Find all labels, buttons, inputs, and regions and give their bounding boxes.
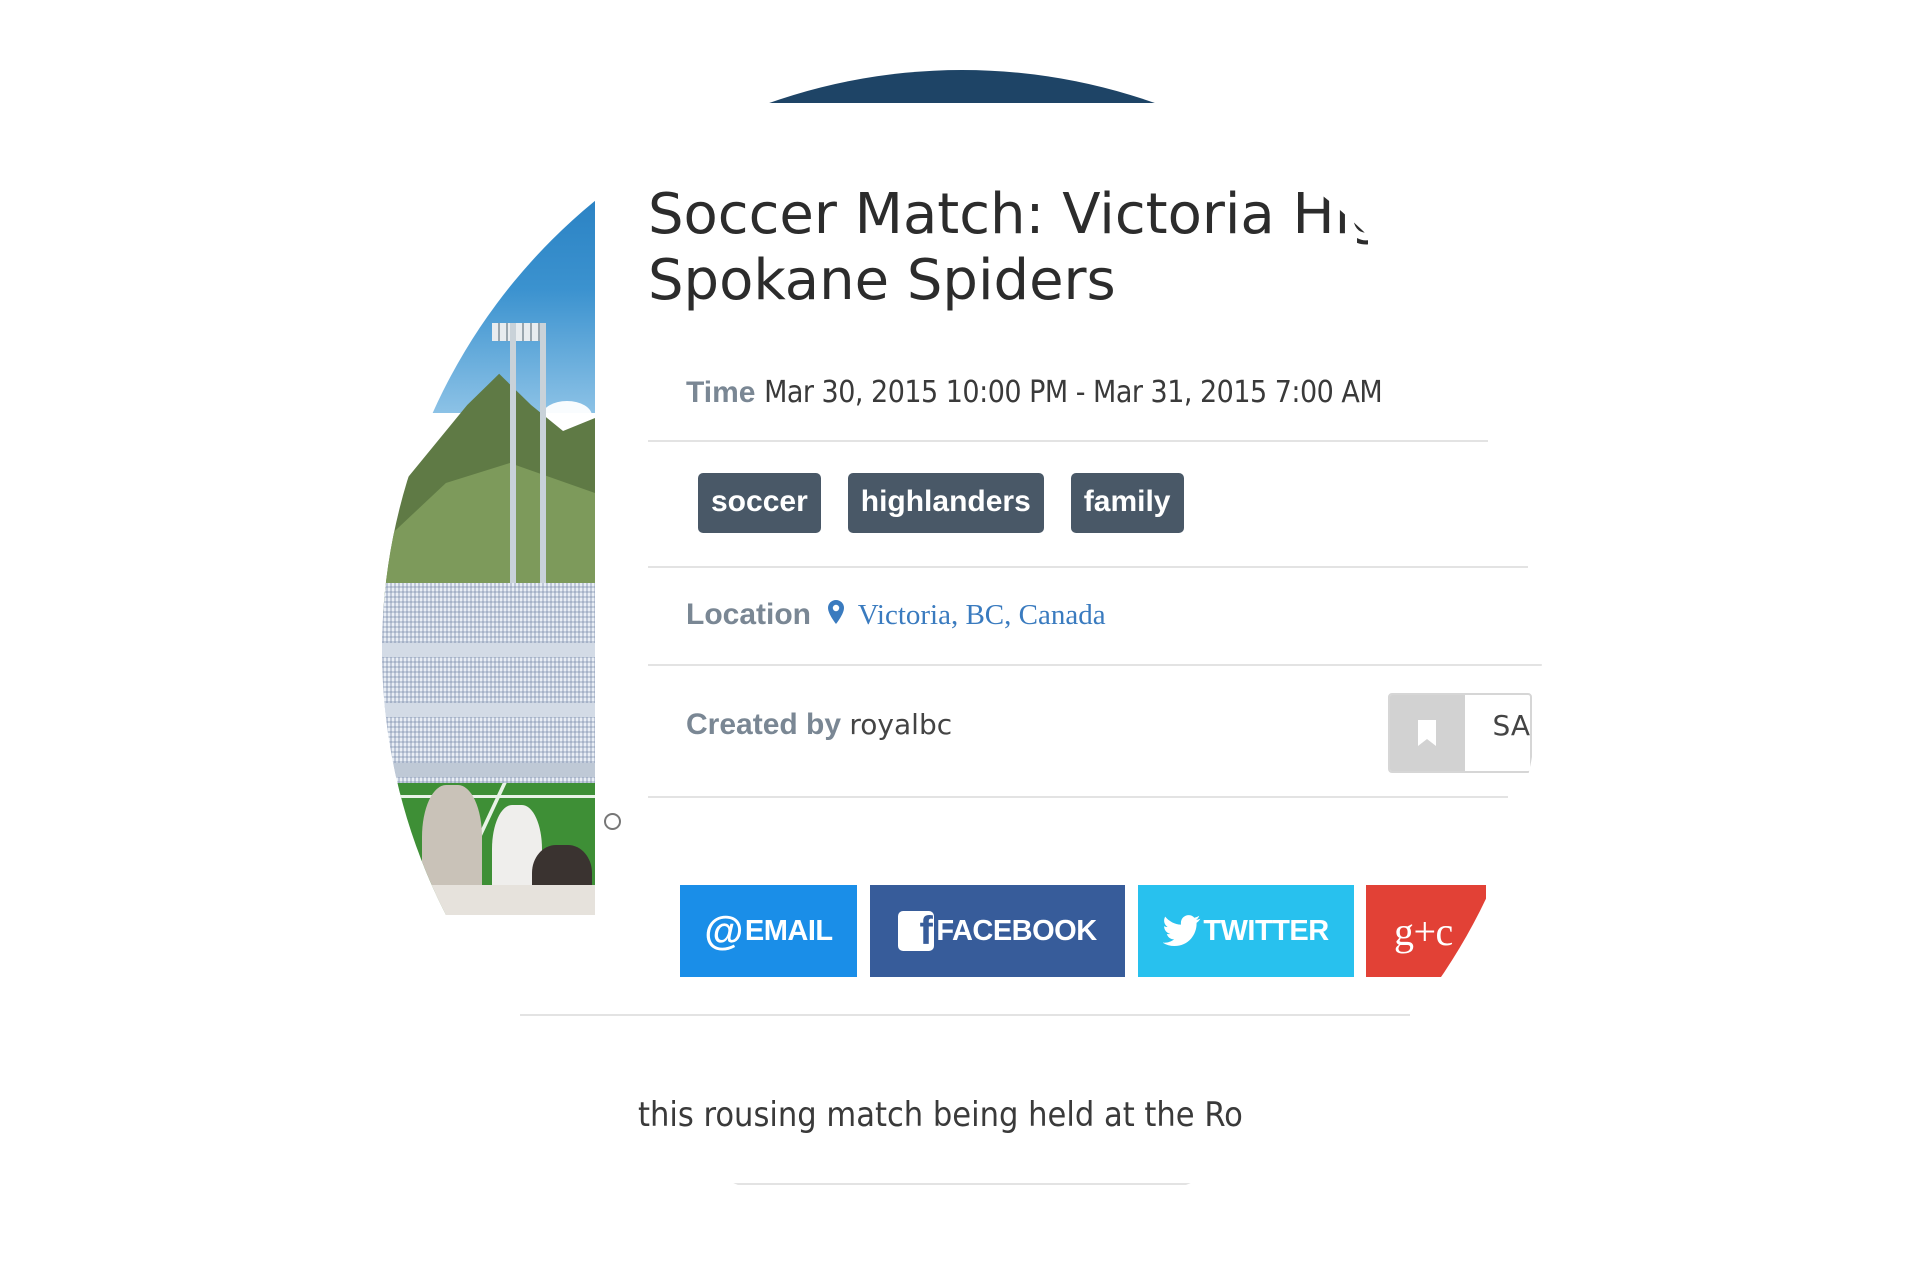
facebook-f-icon: f (898, 911, 935, 951)
photo-sky (382, 103, 595, 413)
event-description: this rousing match being held at the Ro (638, 1095, 1243, 1135)
share-facebook-button[interactable]: f FACEBOOK (870, 885, 1125, 977)
event-time-row: Time Mar 30, 2015 10:00 PM - Mar 31, 201… (686, 375, 1383, 410)
event-title: Soccer Match: Victoria Hig Spokane Spide… (648, 182, 1368, 314)
share-facebook-label: FACEBOOK (936, 914, 1097, 947)
field-line (382, 795, 595, 798)
photo-crowd-front (382, 885, 595, 915)
location-link[interactable]: Victoria, BC, Canada (858, 599, 1106, 631)
share-email-label: EMAIL (744, 914, 833, 947)
twitter-bird-icon (1163, 915, 1201, 947)
crowd-band (382, 643, 595, 657)
bookmark-icon (1390, 695, 1465, 771)
event-photo (382, 103, 595, 915)
creator-name[interactable]: royalbc (849, 708, 952, 741)
divider (520, 1183, 1420, 1185)
event-page: Soccer Match: Victoria Hig Spokane Spide… (382, 70, 1542, 1230)
map-pin-icon (827, 599, 845, 633)
divider (648, 440, 1488, 442)
magnifier-circle: Soccer Match: Victoria Hig Spokane Spide… (382, 70, 1542, 1230)
tag-highlanders[interactable]: highlanders (847, 473, 1044, 533)
share-twitter-label: TWITTER (1203, 914, 1329, 947)
event-title-line2: Spokane Spiders (648, 248, 1116, 313)
divider (648, 566, 1528, 568)
light-tower (510, 323, 516, 583)
divider (648, 796, 1508, 798)
divider (648, 664, 1542, 666)
event-title-line1: Soccer Match: Victoria Hig (648, 182, 1368, 247)
divider (520, 1014, 1410, 1016)
tag-soccer[interactable]: soccer (698, 473, 821, 533)
share-googleplus-button[interactable]: g+c (1366, 885, 1486, 977)
stadium-light (492, 323, 542, 341)
slider-handle[interactable] (604, 813, 621, 830)
save-label: SA (1492, 709, 1530, 742)
crowd-band (382, 703, 595, 717)
crowd-band (382, 763, 595, 777)
share-twitter-button[interactable]: TWITTER (1138, 885, 1354, 977)
event-location-row: Location Victoria, BC, Canada (686, 598, 1106, 633)
created-label: Created by (686, 708, 842, 741)
tag-family[interactable]: family (1070, 473, 1184, 533)
event-creator-row: Created by royalbc (686, 708, 952, 742)
save-button[interactable]: SA (1388, 693, 1532, 773)
time-value: Mar 30, 2015 10:00 PM - Mar 31, 2015 7:0… (764, 375, 1383, 410)
header-band (382, 70, 1542, 103)
light-tower (540, 323, 546, 583)
time-label: Time (686, 376, 756, 409)
tag-list: soccer highlanders family (698, 473, 1184, 533)
share-email-button[interactable]: @ EMAIL (680, 885, 857, 977)
photo-crowd (382, 583, 595, 793)
share-googleplus-label: g+c (1394, 908, 1453, 954)
location-label: Location (686, 598, 811, 631)
email-at-icon: @ (704, 908, 743, 953)
